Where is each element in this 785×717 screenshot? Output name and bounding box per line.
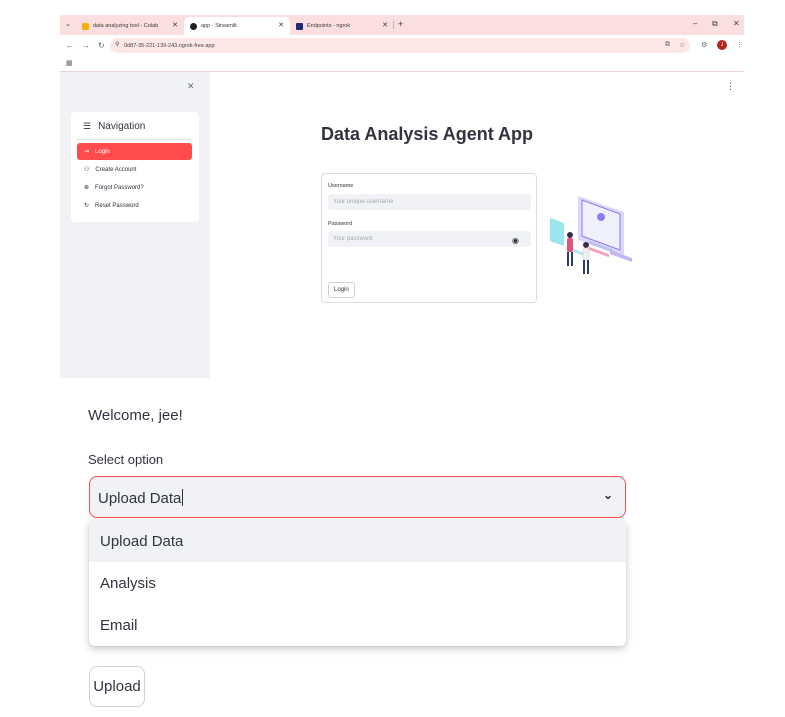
- eye-icon[interactable]: ◉: [512, 236, 519, 245]
- url-bar[interactable]: ⚲ 0d87-35-221-139-243.ngrok-free.app: [110, 38, 690, 53]
- sidebar-item-label: Login: [95, 148, 110, 155]
- forward-icon[interactable]: →: [82, 41, 90, 50]
- navigation-menu: ☰ Navigation ⇥ Login ⚇ Create Account ⊗ …: [71, 112, 199, 222]
- bookmarks-bar: ▦: [60, 57, 744, 72]
- minimize-icon[interactable]: –: [693, 19, 697, 28]
- back-icon[interactable]: ←: [66, 41, 74, 50]
- refresh-icon: ↻: [84, 203, 90, 209]
- close-icon[interactable]: ✕: [278, 21, 284, 29]
- site-info-icon[interactable]: ⚲: [115, 41, 119, 48]
- tab-title: data analyzing tool - Colab: [93, 23, 159, 29]
- sidebar-item-forgot-password[interactable]: ⊗ Forgot Password?: [77, 179, 192, 196]
- chevron-down-icon[interactable]: ⌄: [603, 488, 613, 502]
- tab-title: Endpoints - ngrok: [307, 23, 351, 29]
- browser-window: ⌄ data analyzing tool - Colab ✕ app · St…: [60, 15, 744, 378]
- sidebar-item-label: Forgot Password?: [95, 184, 144, 191]
- login-button[interactable]: Login: [328, 282, 355, 298]
- bookmark-star-icon[interactable]: ☆: [679, 41, 685, 49]
- ngrok-icon: [296, 22, 303, 30]
- username-label: Username: [328, 183, 354, 189]
- restore-icon[interactable]: ⧉: [712, 19, 718, 29]
- select-value-text: Upload Data: [98, 490, 182, 507]
- divider: [77, 139, 193, 140]
- sidebar-item-reset-password[interactable]: ↻ Reset Password: [77, 197, 192, 214]
- apps-grid-icon[interactable]: ▦: [66, 59, 73, 67]
- login-icon: ⇥: [84, 149, 90, 155]
- select-dropdown: Upload Data Analysis Email: [89, 520, 626, 646]
- password-field[interactable]: [328, 231, 531, 247]
- extensions-icon[interactable]: ⚙: [701, 41, 707, 49]
- reload-icon[interactable]: ↻: [98, 41, 105, 50]
- tab-separator: [393, 21, 394, 29]
- sidebar-item-create-account[interactable]: ⚇ Create Account: [77, 161, 192, 178]
- login-illustration: [550, 196, 632, 274]
- login-form: Username Password ◉ Login: [321, 173, 537, 303]
- kebab-menu-icon[interactable]: ⋮: [736, 41, 743, 49]
- upload-button[interactable]: Upload: [89, 666, 145, 707]
- option-upload-data[interactable]: Upload Data: [89, 520, 626, 562]
- password-label: Password: [328, 221, 353, 227]
- select-value: Upload Data: [98, 489, 184, 507]
- cancel-circle-icon: ⊗: [84, 185, 90, 191]
- url-text: 0d87-35-221-139-243.ngrok-free.app: [124, 42, 215, 49]
- navigation-title: Navigation: [98, 121, 146, 132]
- new-tab-icon[interactable]: +: [398, 19, 403, 29]
- option-analysis[interactable]: Analysis: [89, 562, 626, 604]
- option-email[interactable]: Email: [89, 604, 626, 646]
- tab-search-chevron-icon[interactable]: ⌄: [65, 20, 71, 28]
- sidebar-item-label: Create Account: [95, 166, 137, 173]
- welcome-text: Welcome, jee!: [88, 407, 183, 424]
- streamlit-icon: [190, 22, 197, 30]
- translate-icon[interactable]: ⧉: [665, 41, 670, 49]
- tab-title: app · Streamlit: [201, 23, 237, 29]
- colab-icon: [82, 22, 89, 30]
- sidebar-item-login[interactable]: ⇥ Login: [77, 143, 192, 160]
- close-icon[interactable]: ✕: [172, 21, 178, 29]
- add-person-icon: ⚇: [84, 167, 90, 173]
- tab-colab[interactable]: data analyzing tool - Colab ✕: [76, 17, 184, 35]
- username-field[interactable]: [328, 194, 531, 210]
- sidebar: ✕ ☰ Navigation ⇥ Login ⚇ Create Account …: [60, 72, 210, 378]
- page-title: Data Analysis Agent App: [321, 124, 534, 144]
- tab-bar: ⌄ data analyzing tool - Colab ✕ app · St…: [60, 15, 744, 35]
- text-cursor: [182, 489, 184, 506]
- close-icon[interactable]: ✕: [382, 21, 388, 29]
- window-close-icon[interactable]: ✕: [733, 19, 740, 28]
- list-icon: ☰: [83, 121, 92, 131]
- address-bar: ← → ↻ ⚲ 0d87-35-221-139-243.ngrok-free.a…: [60, 35, 744, 57]
- profile-avatar[interactable]: J: [717, 40, 727, 50]
- option-select[interactable]: Upload Data ⌄: [89, 476, 626, 518]
- app-menu-icon[interactable]: ⋮: [726, 81, 735, 92]
- tab-ngrok[interactable]: Endpoints - ngrok ✕: [290, 17, 394, 35]
- navigation-header: ☰ Navigation: [83, 121, 145, 132]
- select-option-label: Select option: [88, 452, 164, 467]
- tab-streamlit[interactable]: app · Streamlit ✕: [184, 17, 290, 35]
- close-sidebar-icon[interactable]: ✕: [187, 81, 195, 92]
- sidebar-item-label: Reset Password: [95, 202, 139, 209]
